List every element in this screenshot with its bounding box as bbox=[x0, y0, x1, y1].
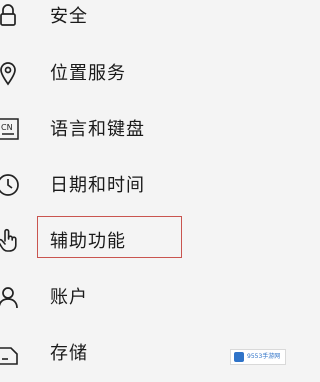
hand-pointer-icon bbox=[0, 226, 22, 254]
user-icon bbox=[0, 283, 22, 311]
storage-icon bbox=[0, 340, 22, 368]
menu-item-location[interactable]: 位置服务 bbox=[0, 48, 288, 104]
svg-text:CN: CN bbox=[1, 123, 13, 132]
watermark-logo: 9553手游网 bbox=[230, 349, 286, 365]
menu-item-date-time[interactable]: 日期和时间 bbox=[0, 158, 288, 214]
settings-menu: 安全 位置服务 CN 语言和键盘 日期和时间 辅助功能 账户 存储 bbox=[0, 0, 288, 369]
lock-icon bbox=[0, 2, 22, 30]
menu-item-label: 账户 bbox=[50, 287, 88, 308]
keyboard-language-icon: CN bbox=[0, 115, 22, 143]
selection-highlight-box bbox=[37, 216, 182, 258]
watermark-text: 9553手游网 bbox=[247, 353, 281, 360]
menu-item-label: 日期和时间 bbox=[50, 175, 145, 196]
menu-item-language[interactable]: CN 语言和键盘 bbox=[0, 103, 288, 159]
location-pin-icon bbox=[0, 59, 22, 87]
menu-item-label: 位置服务 bbox=[50, 63, 126, 84]
menu-item-label: 存储 bbox=[50, 343, 88, 364]
clock-icon bbox=[0, 171, 22, 199]
watermark-icon bbox=[234, 352, 244, 362]
menu-item-accounts[interactable]: 账户 bbox=[0, 270, 288, 326]
menu-item-label: 语言和键盘 bbox=[50, 119, 145, 140]
menu-item-label: 安全 bbox=[50, 6, 88, 27]
